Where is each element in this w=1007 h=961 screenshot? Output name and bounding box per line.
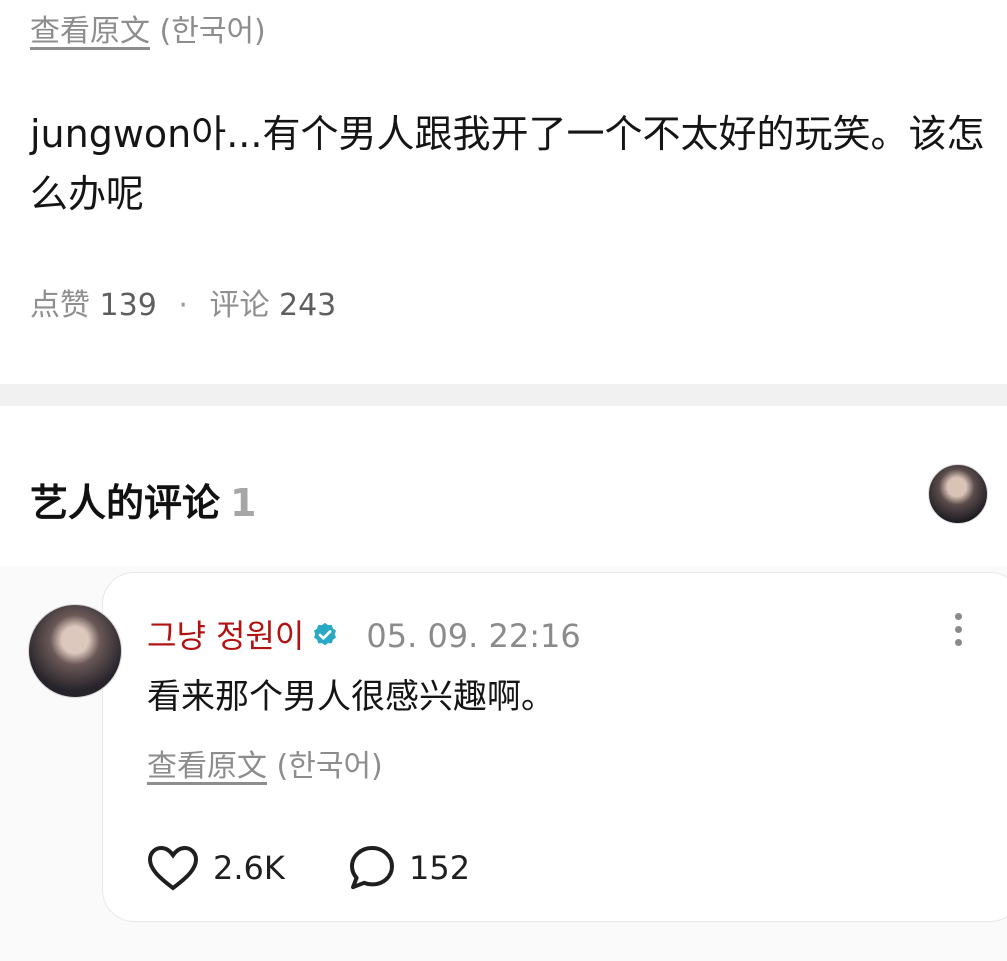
- comment-timestamp: 05. 09. 22:16: [366, 617, 581, 655]
- comment-view-original-text[interactable]: 查看原文: [147, 749, 267, 784]
- comment-actions: 2.6K 152: [147, 845, 470, 891]
- artist-comments-section: 艺人的评论 1 그냥 정원이 05. 09. 22:16 看来那个男人很感兴趣啊。 …: [0, 406, 1007, 961]
- artist-avatar-thumbnail[interactable]: [928, 464, 988, 524]
- like-count: 2.6K: [213, 849, 285, 887]
- likes-label: 点赞: [30, 288, 90, 323]
- comment-text: 看来那个男人很感兴趣啊。: [147, 677, 555, 717]
- view-original-link[interactable]: 查看原文 (한국어): [30, 6, 266, 50]
- reply-count: 152: [409, 849, 471, 887]
- comment-original-language: (한국어): [276, 749, 383, 784]
- post-text: jungwon아...有个男人跟我开了一个不太好的玩笑。该怎么办呢: [30, 112, 985, 216]
- comments-label: 评论: [209, 288, 270, 323]
- more-vertical-icon[interactable]: [951, 613, 965, 653]
- like-button[interactable]: 2.6K: [147, 845, 285, 891]
- comment-view-original-link[interactable]: 查看原文 (한국어): [147, 741, 383, 785]
- section-title-text: 艺人的评论: [30, 481, 221, 525]
- likes-count: 139: [99, 288, 157, 323]
- comment-author[interactable]: 그냥 정원이: [147, 617, 304, 655]
- heart-icon: [147, 845, 199, 891]
- reply-button[interactable]: 152: [349, 845, 470, 891]
- post-section: 查看原文 (한국어) jungwon아...有个男人跟我开了一个不太好的玩笑。该…: [0, 0, 1007, 384]
- artist-comments-header: 艺人的评论 1: [0, 406, 1007, 566]
- commenter-avatar[interactable]: [28, 604, 122, 698]
- original-language: (한국어): [159, 14, 266, 49]
- comment-bubble-icon: [350, 846, 395, 890]
- stats-separator: ·: [178, 288, 188, 323]
- section-title: 艺人的评论 1: [30, 472, 256, 527]
- comment-card: 그냥 정원이 05. 09. 22:16 看来那个男人很感兴趣啊。 查看原文 (한…: [102, 572, 1007, 922]
- comment-header: 그냥 정원이 05. 09. 22:16: [147, 611, 581, 659]
- comment-count: 1: [230, 481, 257, 525]
- comments-count: 243: [279, 288, 337, 323]
- post-stats: 点赞 139 · 评论 243: [30, 280, 336, 324]
- verified-badge-icon: [310, 621, 340, 659]
- view-original-text[interactable]: 查看原文: [30, 14, 150, 49]
- section-divider: [0, 384, 1007, 406]
